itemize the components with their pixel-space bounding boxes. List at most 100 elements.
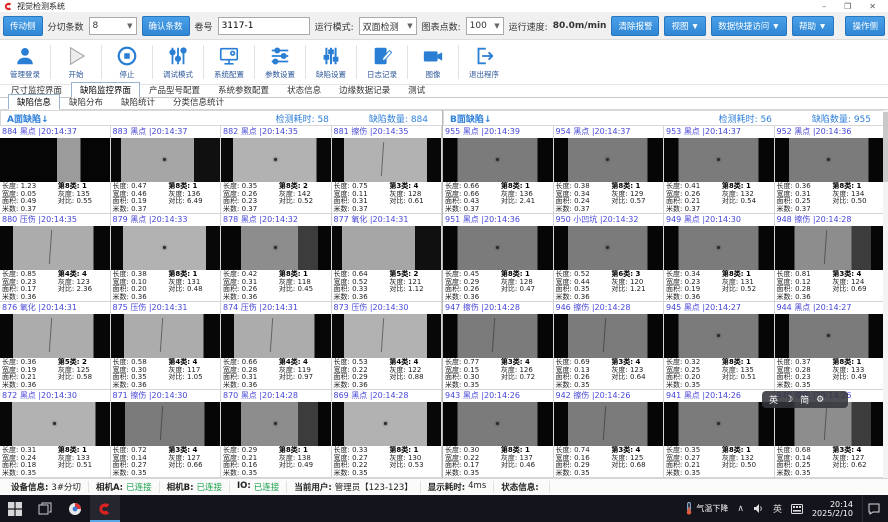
maximize-icon[interactable]: ❐ (844, 2, 851, 11)
defect-cell[interactable]: 951 黑点 |20:14:36长度: 0.45宽度: 0.29面积: 0.26… (443, 214, 554, 302)
toolbar-divider (152, 45, 153, 79)
tray-expand-icon[interactable]: ∧ (737, 504, 744, 514)
defect-cell[interactable]: 883 黑点 |20:14:37长度: 0.47宽度: 0.46面积: 0.19… (111, 126, 222, 214)
clear-alarm-button[interactable]: 清除报警 (611, 16, 659, 36)
cell-metrics: 长度: 0.75宽度: 0.11面积: 0.31米数: 0.37 (334, 183, 390, 213)
start-button[interactable] (0, 495, 30, 522)
slit-count-select[interactable]: 8▼ (89, 17, 137, 35)
status-item-4: 当前用户:管理员【123-123】 (287, 481, 420, 493)
sub-tab-2[interactable]: 缺陷统计 (112, 94, 164, 109)
cell-metrics: 长度: 0.45宽度: 0.29面积: 0.26米数: 0.36 (445, 271, 501, 301)
view-menu-button[interactable]: 视图 ▼ (664, 16, 706, 36)
defect-cell[interactable]: 876 氧化 |20:14:31长度: 0.36宽度: 0.19面积: 0.21… (0, 302, 111, 390)
defect-cell[interactable]: 878 黑点 |20:14:32长度: 0.42宽度: 0.31面积: 0.26… (221, 214, 332, 302)
defect-cell[interactable]: 871 擦伤 |20:14:30长度: 0.72宽度: 0.14面积: 0.27… (111, 390, 222, 478)
defect-cell[interactable]: 952 黑点 |20:14:36长度: 0.36宽度: 0.31面积: 0.25… (775, 126, 886, 214)
defect-cell[interactable]: 945 黑点 |20:14:27长度: 0.32宽度: 0.25面积: 0.20… (664, 302, 775, 390)
sub-tab-0[interactable]: 缺陷信息 (8, 94, 60, 110)
sub-tab-3[interactable]: 分类信息统计 (164, 94, 233, 109)
confirm-count-button[interactable]: 确认条数 (142, 16, 190, 36)
operate-side-button[interactable]: 操作侧 (845, 16, 885, 36)
help-menu-button[interactable]: 帮助 ▼ (792, 16, 834, 36)
action-debug-sliders[interactable]: 调试模式 (155, 45, 201, 80)
contrast-line: 对比: 1.21 (611, 286, 663, 294)
defect-cell[interactable]: 950 小凹坑 |20:14:32长度: 0.52宽度: 0.44面积: 0.3… (554, 214, 665, 302)
play-icon (65, 45, 87, 67)
inspection-app-icon[interactable] (90, 495, 120, 522)
cell-class-info: 第4类: 4灰度: 123对比: 2.36 (58, 271, 110, 301)
defect-cell[interactable]: 875 压伤 |20:14:31长度: 0.58宽度: 0.30面积: 0.35… (111, 302, 222, 390)
scrollbar-thumb[interactable] (883, 112, 888, 182)
roll-number-input[interactable] (218, 17, 310, 35)
action-camera[interactable]: 图像 (410, 45, 456, 80)
defect-cell[interactable]: 880 压伤 |20:14:35长度: 0.85宽度: 0.23面积: 0.17… (0, 214, 111, 302)
cell-header: 952 黑点 |20:14:36 (775, 126, 885, 138)
defect-cell[interactable]: 882 黑点 |20:14:35长度: 0.35宽度: 0.26面积: 0.23… (221, 126, 332, 214)
defect-cell[interactable]: 955 黑点 |20:14:39长度: 0.66宽度: 0.66面积: 0.43… (443, 126, 554, 214)
metric-line: 米数: 0.35 (223, 470, 279, 478)
action-params-sliders[interactable]: 参数设置 (257, 45, 303, 80)
action-play[interactable]: 开始 (53, 45, 99, 80)
roll-number-label: 卷号 (195, 20, 213, 33)
notification-center-icon[interactable] (862, 495, 884, 522)
ime-lang-toggle[interactable]: 英 (769, 393, 778, 406)
panel-title[interactable]: A面缺陷↓ (7, 112, 49, 125)
defect-cell[interactable]: 947 擦伤 |20:14:28长度: 0.77宽度: 0.15面积: 0.30… (443, 302, 554, 390)
data-quick-access-button[interactable]: 数据快捷访问 ▼ (711, 16, 787, 36)
drive-side-button[interactable]: 传动侧 (3, 16, 43, 36)
touch-keyboard-icon[interactable] (791, 504, 803, 514)
defect-panel-a: A面缺陷↓检测耗时: 58缺陷数量: 884884 黑点 |20:14:37长度… (0, 110, 443, 478)
defect-cell[interactable]: 869 黑点 |20:14:28长度: 0.33宽度: 0.27面积: 0.22… (332, 390, 443, 478)
status-item-0: 设备信息:3#分切 (4, 481, 89, 493)
taskbar-date: 2025/2/10 (812, 509, 853, 518)
status-value: 已连接 (126, 481, 152, 493)
defect-cell[interactable]: 948 擦伤 |20:14:28长度: 0.81宽度: 0.12面积: 0.28… (775, 214, 886, 302)
status-item-3: IO:已连接 (230, 481, 287, 493)
chart-points-select[interactable]: 100▼ (466, 17, 504, 35)
moon-icon[interactable]: ☽ (785, 395, 793, 405)
action-monitor[interactable]: 系统配置 (206, 45, 252, 80)
action-defect-sliders[interactable]: 缺陷设置 (308, 45, 354, 80)
action-user[interactable]: 管理登录 (2, 45, 48, 80)
main-tab-4[interactable]: 状态信息 (278, 82, 330, 97)
defect-cell[interactable]: 873 压伤 |20:14:30长度: 0.53宽度: 0.22面积: 0.29… (332, 302, 443, 390)
action-log[interactable]: 日志记录 (359, 45, 405, 80)
gear-icon[interactable]: ⚙ (816, 395, 824, 405)
defect-cell[interactable]: 884 黑点 |20:14:37长度: 1.23宽度: 0.05面积: 0.49… (0, 126, 111, 214)
defect-cell[interactable]: 870 黑点 |20:14:28长度: 0.29宽度: 0.21面积: 0.16… (221, 390, 332, 478)
sub-tab-1[interactable]: 缺陷分布 (60, 94, 112, 109)
browser-app-icon[interactable] (60, 495, 90, 522)
defect-cell[interactable]: 881 擦伤 |20:14:35长度: 0.75宽度: 0.11面积: 0.31… (332, 126, 443, 214)
ime-simplified-toggle[interactable]: 简 (800, 393, 809, 406)
speaker-icon[interactable] (753, 503, 764, 514)
minimize-icon[interactable]: – (822, 2, 826, 11)
defect-cell[interactable]: 953 黑点 |20:14:37长度: 0.41宽度: 0.26面积: 0.21… (664, 126, 775, 214)
cell-class-info: 第5类: 2灰度: 121对比: 1.12 (389, 271, 441, 301)
run-mode-select[interactable]: 双面检测▼ (359, 17, 417, 35)
defect-cell[interactable]: 874 压伤 |20:14:31长度: 0.66宽度: 0.28面积: 0.31… (221, 302, 332, 390)
main-tab-5[interactable]: 边缘数据记录 (330, 82, 399, 97)
defect-image (664, 226, 774, 270)
defect-cell[interactable]: 879 黑点 |20:14:33长度: 0.38宽度: 0.10面积: 0.20… (111, 214, 222, 302)
taskbar-clock[interactable]: 20:14 2025/2/10 (812, 500, 853, 518)
defect-cell[interactable]: 946 擦伤 |20:14:28长度: 0.69宽度: 0.13面积: 0.26… (554, 302, 665, 390)
action-stop[interactable]: 停止 (104, 45, 150, 80)
taskbar-lang-indicator[interactable]: 英 (773, 502, 782, 515)
defect-cell[interactable]: 942 擦伤 |20:14:26长度: 0.74宽度: 0.16面积: 0.29… (554, 390, 665, 478)
close-icon[interactable]: ✕ (869, 2, 876, 11)
weather-widget[interactable]: 气温下降 (685, 502, 728, 515)
defect-cell[interactable]: 949 黑点 |20:14:30长度: 0.34宽度: 0.23面积: 0.19… (664, 214, 775, 302)
defect-cell[interactable]: 941 黑点 |20:14:26长度: 0.35宽度: 0.27面积: 0.21… (664, 390, 775, 478)
action-exit[interactable]: 退出程序 (461, 45, 507, 80)
defect-cell[interactable]: 943 黑点 |20:14:26长度: 0.30宽度: 0.22面积: 0.17… (443, 390, 554, 478)
cell-footer: 长度: 0.38宽度: 0.34面积: 0.24米数: 0.37第8类: 1灰度… (554, 182, 664, 213)
defect-cell[interactable]: 954 黑点 |20:14:37长度: 0.38宽度: 0.34面积: 0.24… (554, 126, 665, 214)
panel-title[interactable]: B面缺陷↓ (450, 112, 491, 125)
main-tab-6[interactable]: 测试 (399, 82, 434, 97)
cell-metrics: 长度: 0.42宽度: 0.31面积: 0.26米数: 0.36 (223, 271, 279, 301)
task-view-icon[interactable] (30, 495, 60, 522)
defect-cell[interactable]: 944 黑点 |20:14:27长度: 0.37宽度: 0.28面积: 0.23… (775, 302, 886, 390)
defect-cell[interactable]: 877 氧化 |20:14:31长度: 0.64宽度: 0.52面积: 0.33… (332, 214, 443, 302)
vertical-scrollbar[interactable] (883, 110, 888, 478)
defect-cell[interactable]: 872 黑点 |20:14:30长度: 0.31宽度: 0.24面积: 0.18… (0, 390, 111, 478)
